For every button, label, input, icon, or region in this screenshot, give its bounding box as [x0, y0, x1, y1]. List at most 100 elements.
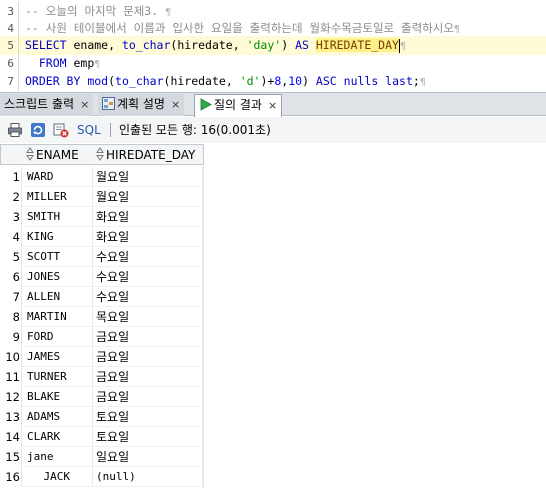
tab-query-result[interactable]: 질의 결과 × — [194, 94, 283, 117]
cell-ename[interactable]: ALLEN — [23, 287, 93, 307]
cell-hiredate-day[interactable]: 화요일 — [93, 227, 203, 247]
table-row[interactable]: 13 ADAMS 토요일 — [0, 407, 204, 427]
cell-ename[interactable]: JAMES — [23, 347, 93, 367]
cell-ename[interactable]: WARD — [23, 167, 93, 187]
column-header-label: ENAME — [36, 148, 79, 162]
row-number: 3 — [0, 207, 22, 227]
table-row[interactable]: 4 KING 화요일 — [0, 227, 204, 247]
row-number: 2 — [0, 187, 22, 207]
cell-ename[interactable]: FORD — [23, 327, 93, 347]
cell-hiredate-day[interactable]: 금요일 — [93, 367, 203, 387]
cell-ename[interactable]: JONES — [23, 267, 93, 287]
table-row[interactable]: 5 SCOTT 수요일 — [0, 247, 204, 267]
row-number: 11 — [0, 367, 22, 387]
column-header-hiredate-day[interactable]: HIREDATE_DAY — [93, 144, 204, 165]
table-row[interactable]: 2 MILLER 월요일 — [0, 187, 204, 207]
cell-hiredate-day[interactable]: 화요일 — [93, 207, 203, 227]
table-row[interactable]: 8 MARTIN 목요일 — [0, 307, 204, 327]
editor-line[interactable]: 7 ORDER BY mod(to_char(hiredate, 'd')+8,1… — [0, 72, 546, 91]
fetch-status-text: 인출된 모든 행: 16(0.001초) — [119, 123, 271, 137]
table-row[interactable]: 14 CLARK 토요일 — [0, 427, 204, 447]
row-number: 14 — [0, 427, 22, 447]
table-row[interactable]: 6 JONES 수요일 — [0, 267, 204, 287]
code-token: 오늘의 마지막 문제3. — [45, 4, 159, 18]
table-row[interactable]: 11 TURNER 금요일 — [0, 367, 204, 387]
tab-script-output[interactable]: 스크립트 출력 × — [0, 94, 94, 116]
tab-explain-plan[interactable]: 계획 설명 × — [98, 94, 185, 116]
pilcrow-icon: ¶ — [165, 7, 172, 18]
tab-label: 계획 설명 — [117, 97, 165, 111]
row-number: 7 — [0, 287, 22, 307]
row-number: 4 — [0, 227, 22, 247]
code-token: emp — [66, 56, 95, 70]
cancel-fetch-icon[interactable] — [53, 122, 69, 138]
cell-ename[interactable]: TURNER — [23, 367, 93, 387]
row-number: 1 — [0, 167, 22, 187]
grid-right-border — [203, 166, 204, 488]
cell-ename[interactable]: CLARK — [23, 427, 93, 447]
code-token: 10 — [288, 74, 303, 88]
table-row[interactable]: 15 jane 일요일 — [0, 447, 204, 467]
cell-hiredate-day[interactable]: 목요일 — [93, 307, 203, 327]
sql-editor[interactable]: 3 -- 오늘의 마지막 문제3. ¶ 4 -- 사원 테이블에서 이름과 입사한 요… — [0, 0, 546, 91]
cell-hiredate-day[interactable]: 금요일 — [93, 387, 203, 407]
editor-line[interactable]: 5 SELECT ename, to_char(hiredate, 'day') … — [0, 36, 546, 55]
code-token: ( — [108, 74, 116, 88]
run-query-icon — [200, 98, 212, 111]
code-token: HIREDATE_DAY — [315, 38, 399, 52]
cell-hiredate-day[interactable]: 월요일 — [93, 187, 203, 207]
cell-hiredate-day[interactable]: (null) — [93, 467, 203, 487]
cell-hiredate-day[interactable]: 월요일 — [93, 167, 203, 187]
refresh-icon[interactable] — [30, 122, 46, 138]
pilcrow-icon: ¶ — [453, 24, 460, 35]
cell-ename[interactable]: ADAMS — [23, 407, 93, 427]
cell-ename[interactable]: JACK — [23, 467, 93, 487]
cell-ename[interactable]: jane — [23, 447, 93, 467]
close-icon[interactable]: × — [268, 99, 277, 112]
code-token: 'd' — [239, 74, 261, 88]
editor-line[interactable]: 6 FROM emp¶ — [0, 54, 546, 73]
cell-hiredate-day[interactable]: 토요일 — [93, 407, 203, 427]
cell-hiredate-day[interactable]: 수요일 — [93, 267, 203, 287]
table-row[interactable]: 9 FORD 금요일 — [0, 327, 204, 347]
cell-hiredate-day[interactable]: 수요일 — [93, 247, 203, 267]
result-tab-strip: 스크립트 출력 × 계획 설명 × 질의 결과 × — [0, 92, 546, 117]
column-header-ename[interactable]: ENAME — [23, 144, 94, 165]
cell-ename[interactable]: SCOTT — [23, 247, 93, 267]
code-token: ename, — [66, 38, 122, 52]
cell-ename[interactable]: BLAKE — [23, 387, 93, 407]
code-token: FROM — [38, 56, 67, 70]
print-icon[interactable] — [7, 122, 23, 138]
code-token: ASC — [315, 74, 337, 88]
line-number: 7 — [7, 75, 14, 88]
query-result-grid[interactable]: ENAME HIREDATE_DAY 1 WARD 월요일 2 MILLER 월요일 3 SM… — [0, 144, 546, 488]
cell-hiredate-day[interactable]: 수요일 — [93, 287, 203, 307]
code-token: ) — [281, 38, 296, 52]
table-row[interactable]: 7 ALLEN 수요일 — [0, 287, 204, 307]
close-icon[interactable]: × — [171, 98, 180, 111]
cell-ename[interactable]: SMITH — [23, 207, 93, 227]
cell-ename[interactable]: MARTIN — [23, 307, 93, 327]
cell-hiredate-day[interactable]: 금요일 — [93, 327, 203, 347]
code-token: to_char — [115, 74, 164, 88]
code-token: AS — [295, 38, 309, 52]
result-toolbar: SQL 인출된 모든 행: 16(0.001초) — [0, 117, 546, 143]
sql-button[interactable]: SQL — [77, 121, 101, 139]
code-text: FROM emp¶ — [25, 54, 100, 73]
cell-ename[interactable]: KING — [23, 227, 93, 247]
table-row[interactable]: 10 JAMES 금요일 — [0, 347, 204, 367]
cell-hiredate-day[interactable]: 토요일 — [93, 427, 203, 447]
cell-ename[interactable]: MILLER — [23, 187, 93, 207]
table-row[interactable]: 12 BLAKE 금요일 — [0, 387, 204, 407]
table-row[interactable]: 16 JACK (null) — [0, 467, 204, 487]
pilcrow-icon: ¶ — [399, 41, 406, 52]
cell-hiredate-day[interactable]: 일요일 — [93, 447, 203, 467]
table-row[interactable]: 3 SMITH 화요일 — [0, 207, 204, 227]
cell-hiredate-day[interactable]: 금요일 — [93, 347, 203, 367]
sort-icon — [96, 147, 104, 161]
row-number: 16 — [0, 467, 22, 487]
gutter-divider — [18, 36, 19, 55]
close-icon[interactable]: × — [80, 98, 89, 111]
table-row[interactable]: 1 WARD 월요일 — [0, 167, 204, 187]
code-token: mod — [87, 74, 109, 88]
